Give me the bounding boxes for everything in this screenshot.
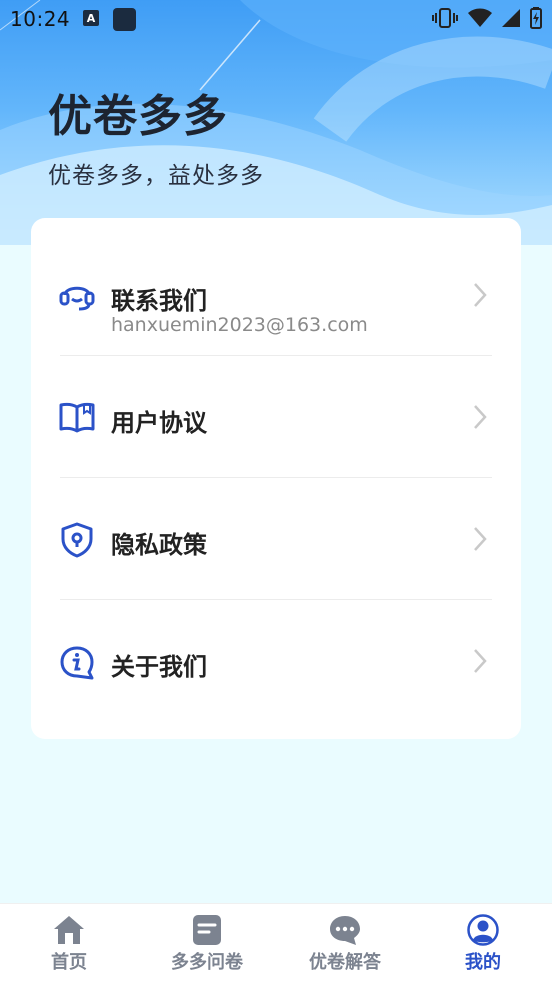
tab-home[interactable]: 首页 [0,904,138,981]
shield-icon [61,522,93,558]
page-title: 优卷多多 [48,91,228,142]
home-icon [54,916,84,944]
bottom-tab-bar: 首页 多多问卷 优卷解答 我的 [0,903,552,981]
menu-item-label: 关于我们 [111,653,207,681]
chevron-right-icon [474,527,487,551]
tab-label: 优卷解答 [309,952,381,973]
profile-icon [467,914,499,946]
menu-item-label: 用户协议 [111,409,207,437]
tab-label: 我的 [465,952,501,973]
chevron-right-icon [474,649,487,673]
tab-survey[interactable]: 多多问卷 [138,904,276,981]
menu-item-user-agreement[interactable]: 用户协议 [31,356,521,478]
status-bar: 10:24 A [0,0,552,38]
vibrate-icon [432,8,458,28]
page-subtitle: 优卷多多，益处多多 [48,163,264,189]
tab-answers[interactable]: 优卷解答 [276,904,414,981]
battery-icon [530,7,542,29]
chevron-right-icon [474,283,487,307]
survey-icon [193,915,221,945]
tab-profile[interactable]: 我的 [414,904,552,981]
tab-label: 多多问卷 [171,952,243,973]
menu-item-contact[interactable]: 联系我们 hanxuemin2023@163.com [31,234,521,356]
menu-item-privacy-policy[interactable]: 隐私政策 [31,478,521,600]
contact-email: hanxuemin2023@163.com [111,314,368,336]
menu-item-about-us[interactable]: 关于我们 [31,600,521,722]
status-time: 10:24 [10,7,71,31]
chat-icon [330,916,360,945]
wifi-icon [468,8,492,27]
info-icon [60,646,94,680]
signal-icon [502,9,520,27]
book-icon [59,402,95,433]
menu-item-label: 隐私政策 [111,531,207,559]
notification-square-icon [113,8,136,31]
tab-label: 首页 [51,952,87,973]
menu-item-label: 联系我们 [111,287,207,315]
chevron-right-icon [474,405,487,429]
notification-a-icon: A [83,10,99,26]
settings-card: 联系我们 hanxuemin2023@163.com 用户协议 隐私政策 关于我… [31,218,521,739]
headset-icon [59,286,95,311]
